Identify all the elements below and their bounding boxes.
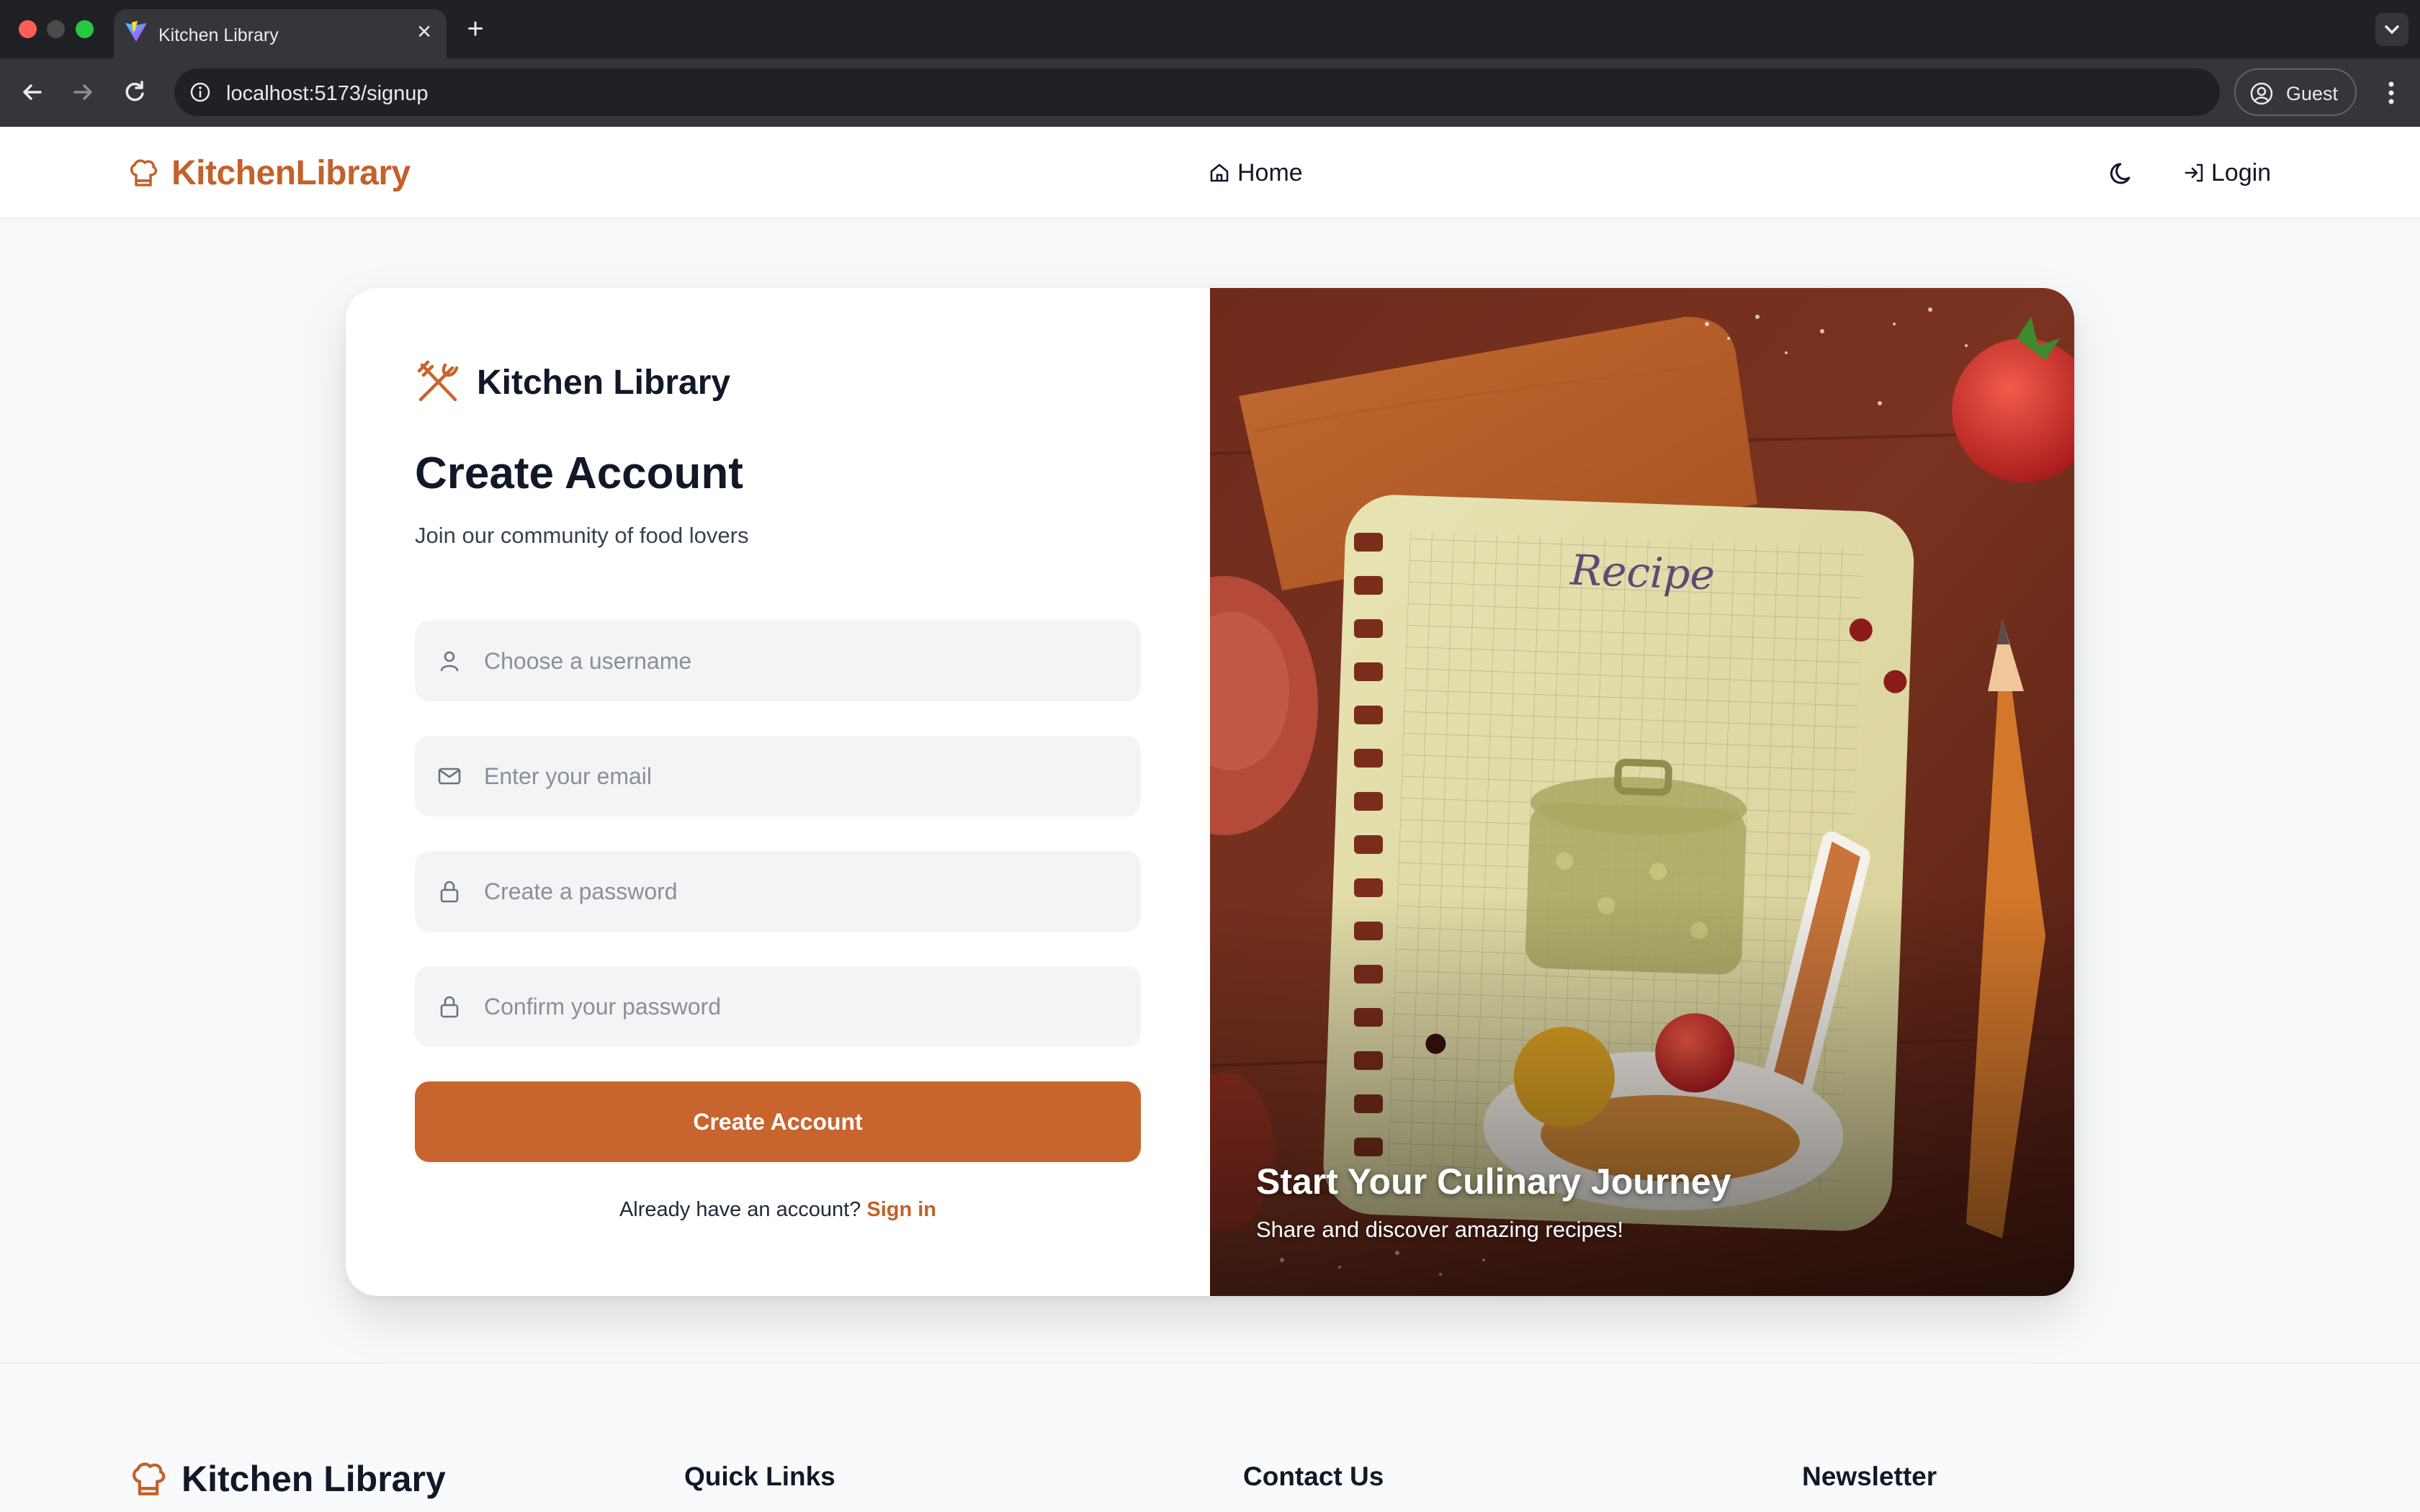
username-field[interactable] xyxy=(415,621,1141,701)
page-subtitle: Join our community of food lovers xyxy=(415,523,749,548)
confirm-password-input[interactable] xyxy=(484,966,1118,1047)
chevron-down-icon xyxy=(2385,25,2399,35)
email-field[interactable] xyxy=(415,736,1141,816)
login-link[interactable]: Login xyxy=(2182,156,2271,190)
site-footer: Kitchen Library Quick Links Contact Us N… xyxy=(0,1362,2420,1512)
user-icon xyxy=(440,651,459,672)
confirm-password-field[interactable] xyxy=(415,966,1141,1047)
footer-brand[interactable]: Kitchen Library xyxy=(128,1457,446,1500)
username-input[interactable] xyxy=(484,621,1118,701)
form-brand: Kitchen Library xyxy=(415,357,730,408)
footer-contact-heading: Contact Us xyxy=(1243,1462,1384,1491)
signin-prompt: Already have an account? xyxy=(619,1198,861,1221)
browser-tab[interactable]: Kitchen Library × xyxy=(114,9,447,58)
lock-icon xyxy=(440,996,459,1018)
notebook-recipe-label: Recipe xyxy=(1569,545,1716,599)
header-brand-link[interactable]: KitchenLibrary xyxy=(127,151,411,194)
hero-illustration: Recipe Start Your Culinary Journey Share… xyxy=(1210,288,2074,1296)
nav-home-link[interactable]: Home xyxy=(1207,156,1303,190)
email-input[interactable] xyxy=(484,736,1118,816)
tab-search-button[interactable] xyxy=(2375,13,2408,46)
chef-hat-icon xyxy=(133,1462,166,1495)
form-brand-text: Kitchen Library xyxy=(477,363,731,402)
nav-home-label: Home xyxy=(1237,158,1303,186)
login-label: Login xyxy=(2211,158,2272,186)
profile-label: Guest xyxy=(2286,83,2339,104)
password-input[interactable] xyxy=(484,851,1118,932)
profile-icon xyxy=(2250,82,2273,105)
back-arrow-icon[interactable] xyxy=(16,76,49,109)
home-icon xyxy=(1210,163,1229,182)
signin-link[interactable]: Sign in xyxy=(866,1198,936,1221)
moon-icon[interactable] xyxy=(2107,158,2138,189)
address-bar[interactable]: localhost:5173/signup xyxy=(174,68,2220,116)
reload-icon[interactable] xyxy=(118,76,151,109)
create-account-button[interactable]: Create Account xyxy=(415,1081,1141,1162)
forward-arrow-icon[interactable] xyxy=(66,76,99,109)
footer-newsletter-heading: Newsletter xyxy=(1802,1462,1937,1491)
site-info-icon[interactable] xyxy=(187,79,213,105)
utensils-crossed-icon xyxy=(417,360,459,402)
mail-icon xyxy=(438,768,461,785)
footer-brand-text: Kitchen Library xyxy=(182,1459,446,1499)
browser-menu-icon[interactable] xyxy=(2377,73,2406,113)
maximize-window-button[interactable] xyxy=(76,20,94,38)
lock-icon xyxy=(440,881,459,903)
minimize-window-button[interactable] xyxy=(47,20,65,38)
site-header: KitchenLibrary Home Login xyxy=(0,127,2420,219)
recipe-notebook-illustration: Recipe xyxy=(1210,288,2074,1296)
browser-tab-bar: Kitchen Library × + xyxy=(0,0,2420,58)
footer-quick-links-heading: Quick Links xyxy=(684,1462,835,1491)
url-text: localhost:5173/signup xyxy=(226,82,429,105)
close-window-button[interactable] xyxy=(19,20,37,38)
chef-hat-icon xyxy=(130,159,158,186)
hero-subtitle: Share and discover amazing recipes! xyxy=(1256,1217,1624,1242)
tab-close-icon[interactable]: × xyxy=(412,19,436,44)
browser-toolbar: localhost:5173/signup Guest xyxy=(0,58,2420,127)
profile-button[interactable]: Guest xyxy=(2234,68,2357,116)
tab-title: Kitchen Library xyxy=(158,25,279,45)
password-field[interactable] xyxy=(415,851,1141,932)
signin-prompt-row: Already have an account? Sign in xyxy=(346,1198,1210,1222)
page-title: Create Account xyxy=(415,449,743,498)
header-brand-text: KitchenLibrary xyxy=(171,153,411,192)
signup-form: Kitchen Library Create Account Join our … xyxy=(346,288,1210,1296)
hero-title: Start Your Culinary Journey xyxy=(1256,1161,1731,1202)
vite-favicon-icon xyxy=(125,21,147,42)
signup-card: Kitchen Library Create Account Join our … xyxy=(346,288,2074,1296)
new-tab-icon[interactable]: + xyxy=(461,14,490,43)
login-icon xyxy=(2184,163,2203,182)
